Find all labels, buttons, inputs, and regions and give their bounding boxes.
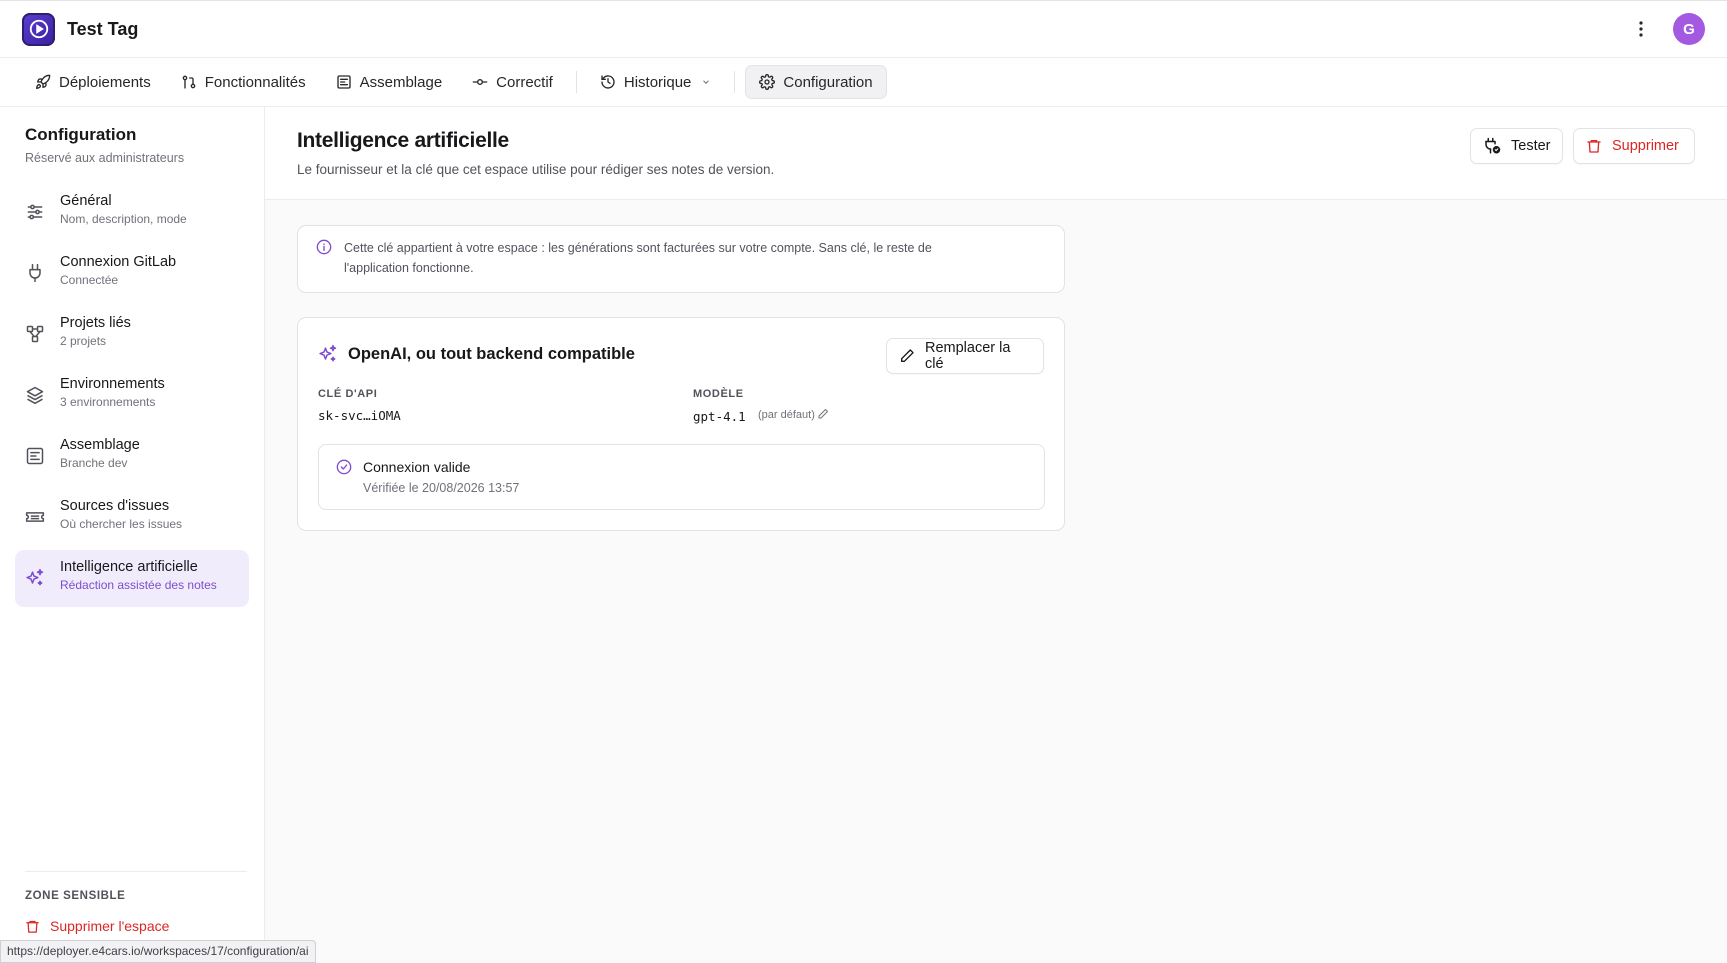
connection-status: Connexion valide Vérifiée le 20/08/2026 … [318, 444, 1045, 510]
tab-configuration[interactable]: Configuration [745, 65, 887, 99]
chevron-down-icon [701, 77, 711, 87]
provider-card: OpenAI, ou tout backend compatible Rempl… [297, 317, 1065, 531]
test-label: Tester [1511, 138, 1551, 154]
sidebar-item-desc: Branche dev [60, 456, 128, 470]
sidebar-item-label: Sources d'issues [60, 498, 170, 514]
network-icon [25, 324, 45, 344]
tab-deployments[interactable]: Déploiements [22, 65, 164, 99]
sidebar-item-label: Intelligence artificielle [60, 559, 198, 575]
delete-space-button[interactable]: Supprimer l'espace [25, 918, 169, 934]
sidebar-item-gitlab[interactable]: Connexion GitLab Connectée [15, 245, 249, 302]
sidebar-item-label: Connexion GitLab [60, 254, 177, 270]
tab-label: Assemblage [359, 73, 443, 91]
frame-icon [25, 446, 45, 466]
delete-space-label: Supprimer l'espace [50, 918, 170, 934]
sparkles-icon [25, 568, 45, 588]
app-title: Test Tag [67, 18, 139, 39]
sidebar-item-label: Général [60, 193, 112, 209]
tab-hotfix[interactable]: Correctif [459, 65, 566, 99]
tab-label: Correctif [496, 73, 553, 91]
ticket-icon [25, 507, 45, 527]
danger-zone-heading: ZONE SENSIBLE [25, 890, 126, 902]
edit-model-pencil-icon[interactable] [817, 408, 829, 420]
replace-key-button[interactable]: Remplacer la clé [886, 338, 1044, 374]
sidebar-item-issue-sources[interactable]: Sources d'issues Où chercher les issues [15, 489, 249, 546]
sidebar-item-desc: Nom, description, mode [60, 212, 187, 226]
sidebar-item-desc: Où chercher les issues [60, 517, 183, 531]
sparkles-icon [318, 344, 338, 364]
sidebar-subtitle: Réservé aux administrateurs [25, 151, 185, 165]
info-text: Cette clé appartient à votre espace : le… [344, 241, 932, 275]
tab-features[interactable]: Fonctionnalités [168, 65, 319, 99]
git-commit-icon [472, 74, 488, 90]
play-logo-icon[interactable] [22, 12, 55, 46]
gear-icon [759, 74, 776, 90]
status-bar-url: https://deployer.e4cars.io/workspaces/17… [0, 940, 316, 963]
provider-title: OpenAI, ou tout backend compatible [348, 345, 635, 363]
tab-history[interactable]: Historique [587, 65, 725, 99]
sliders-icon [25, 202, 45, 222]
sidebar-title: Configuration [25, 125, 137, 144]
trash-icon [1586, 138, 1602, 154]
tab-label: Historique [623, 73, 692, 91]
sidebar-item-label: Environnements [60, 376, 165, 392]
frame-icon [336, 74, 352, 90]
test-button[interactable]: Tester [1470, 128, 1563, 164]
nav-separator [575, 71, 577, 93]
page-header: Intelligence artificielle Le fournisseur… [265, 107, 1727, 200]
model-label: MODÈLE [693, 388, 744, 400]
tab-assembly[interactable]: Assemblage [323, 65, 456, 99]
page-subtitle: Le fournisseur et la clé que cet espace … [297, 162, 775, 177]
nav-separator [734, 71, 736, 93]
sidebar-item-general[interactable]: Général Nom, description, mode [15, 184, 249, 241]
git-pull-request-icon [181, 74, 197, 90]
api-key-value: sk-svc…iOMA [318, 408, 401, 423]
sidebar-item-desc: Rédaction assistée des notes [60, 578, 217, 592]
main-content: Intelligence artificielle Le fournisseur… [265, 107, 1727, 963]
sidebar-list: Général Nom, description, mode Connexion … [15, 184, 249, 611]
info-callout: Cette clé appartient à votre espace : le… [297, 225, 1065, 293]
model-default-tag: (par défaut) [758, 409, 815, 421]
sidebar: Configuration Réservé aux administrateur… [0, 107, 265, 963]
main-nav: Déploiements Fonctionnalités Assemblage … [0, 58, 1727, 107]
check-circle-icon [336, 459, 352, 475]
delete-label: Supprimer [1612, 138, 1679, 154]
page-title: Intelligence artificielle [297, 129, 509, 152]
pencil-icon [899, 348, 915, 364]
tab-label: Configuration [783, 73, 873, 91]
sidebar-item-label: Assemblage [60, 437, 140, 453]
tab-label: Fonctionnalités [204, 73, 306, 91]
connection-status-sub: Vérifiée le 20/08/2026 13:57 [363, 481, 520, 495]
top-bar: Test Tag G [0, 0, 1727, 58]
sidebar-divider [25, 871, 247, 872]
info-icon [316, 239, 332, 255]
tab-label: Déploiements [59, 73, 151, 91]
history-icon [600, 74, 616, 90]
connection-status-title: Connexion valide [363, 459, 471, 475]
sidebar-item-ai[interactable]: Intelligence artificielle Rédaction assis… [15, 550, 249, 607]
plug-icon [25, 263, 45, 283]
more-vertical-icon[interactable] [1629, 17, 1653, 41]
sidebar-item-environments[interactable]: Environnements 3 environnements [15, 367, 249, 424]
avatar[interactable]: G [1673, 13, 1705, 45]
sidebar-item-assembly[interactable]: Assemblage Branche dev [15, 428, 249, 485]
model-value: gpt-4.1 [693, 409, 746, 424]
sidebar-item-desc: 2 projets [60, 334, 107, 348]
api-key-label: CLÉ D'API [318, 388, 378, 400]
sidebar-item-desc: 3 environnements [60, 395, 156, 409]
layers-icon [25, 385, 45, 405]
plug-check-icon [1483, 137, 1501, 155]
delete-button[interactable]: Supprimer [1573, 128, 1695, 164]
rocket-icon [35, 74, 51, 90]
replace-key-label: Remplacer la clé [925, 340, 1011, 372]
sidebar-item-linked-projects[interactable]: Projets liés 2 projets [15, 306, 249, 363]
trash-icon [25, 919, 40, 934]
sidebar-item-label: Projets liés [60, 315, 131, 331]
sidebar-item-desc: Connectée [60, 273, 119, 287]
